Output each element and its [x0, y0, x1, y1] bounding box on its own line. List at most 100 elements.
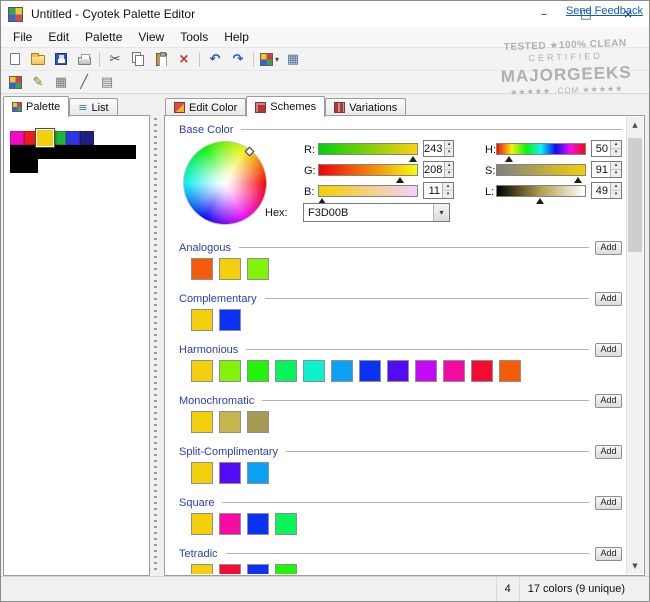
scheme-swatch[interactable]	[275, 360, 297, 382]
s-spin-up-button[interactable]: ▴	[611, 162, 621, 170]
paste-button[interactable]	[150, 49, 172, 69]
l-channel-slider[interactable]	[496, 185, 586, 197]
scheme-swatch[interactable]	[415, 360, 437, 382]
scheme-swatch[interactable]	[247, 411, 269, 433]
cut-button[interactable]: ✂	[104, 49, 126, 69]
menu-view[interactable]: View	[130, 28, 172, 46]
menu-edit[interactable]: Edit	[40, 28, 77, 46]
scheme-swatch[interactable]	[191, 513, 213, 535]
palette-cell[interactable]	[10, 145, 24, 159]
scheme-swatch[interactable]	[219, 411, 241, 433]
scheme-swatch[interactable]	[191, 564, 213, 574]
palette-cell[interactable]	[66, 145, 80, 159]
add-complementary-button[interactable]: Add	[595, 292, 622, 306]
s-slider-marker[interactable]	[574, 177, 582, 183]
palette-cell[interactable]	[122, 145, 136, 159]
palette-panel-tab-palette[interactable]: Palette	[3, 96, 69, 117]
scheme-swatch[interactable]	[219, 309, 241, 331]
h-spin-up-button[interactable]: ▴	[611, 141, 621, 149]
scheme-swatch[interactable]	[247, 513, 269, 535]
editor-tab-edit-color[interactable]: Edit Color	[165, 98, 246, 116]
scroll-down-button[interactable]: ▼	[627, 558, 643, 574]
scheme-swatch[interactable]	[275, 564, 297, 574]
s-spin-down-button[interactable]: ▾	[611, 170, 621, 177]
add-monochromatic-button[interactable]: Add	[595, 394, 622, 408]
color-wheel[interactable]	[183, 141, 267, 225]
g-channel-slider[interactable]	[318, 164, 418, 176]
editor-tab-schemes[interactable]: Schemes	[246, 96, 325, 117]
new-document-button[interactable]	[4, 49, 26, 69]
scheme-swatch[interactable]	[247, 462, 269, 484]
l-value-spinner[interactable]: 49▴▾	[591, 182, 622, 199]
scheme-swatch[interactable]	[471, 360, 493, 382]
h-channel-slider[interactable]	[496, 143, 586, 155]
palette-dropdown-button[interactable]: ▾	[258, 49, 281, 69]
r-channel-slider[interactable]	[318, 143, 418, 155]
scheme-swatch[interactable]	[303, 360, 325, 382]
r-slider-marker[interactable]	[409, 156, 417, 162]
scheme-swatch[interactable]	[247, 360, 269, 382]
delete-button[interactable]: ×	[173, 49, 195, 69]
r-spin-down-button[interactable]: ▾	[445, 149, 453, 156]
pencil-button[interactable]: ✎	[27, 72, 49, 92]
r-value-spinner[interactable]: 243▴▾	[423, 140, 454, 157]
scheme-swatch[interactable]	[219, 564, 241, 574]
palette-cell[interactable]	[94, 145, 108, 159]
scheme-swatch[interactable]	[387, 360, 409, 382]
eyedropper-button[interactable]: ╱	[73, 72, 95, 92]
combo-dropdown-icon[interactable]: ▾	[433, 204, 449, 221]
table-button[interactable]: ▦	[50, 72, 72, 92]
palette-cell[interactable]	[10, 159, 24, 173]
scroll-up-button[interactable]: ▲	[627, 117, 643, 133]
print-button[interactable]	[73, 49, 95, 69]
add-harmonious-button[interactable]: Add	[595, 343, 622, 357]
l-slider-marker[interactable]	[536, 198, 544, 204]
add-split-complimentary-button[interactable]: Add	[595, 445, 622, 459]
g-value-spinner[interactable]: 208▴▾	[423, 161, 454, 178]
h-slider-marker[interactable]	[505, 156, 513, 162]
b-spin-down-button[interactable]: ▾	[443, 191, 453, 198]
palette-panel-tab-list[interactable]: ≡List	[69, 98, 117, 116]
palette-cell[interactable]	[35, 128, 55, 148]
scheme-swatch[interactable]	[499, 360, 521, 382]
s-channel-slider[interactable]	[496, 164, 586, 176]
palette-cell[interactable]	[108, 145, 122, 159]
scheme-swatch[interactable]	[247, 258, 269, 280]
scheme-swatch[interactable]	[219, 462, 241, 484]
l-spin-down-button[interactable]: ▾	[611, 191, 621, 198]
scheme-swatch[interactable]	[359, 360, 381, 382]
b-channel-slider[interactable]	[318, 185, 418, 197]
r-spin-up-button[interactable]: ▴	[445, 141, 453, 149]
scheme-swatch[interactable]	[247, 564, 269, 574]
palette-cell[interactable]	[80, 145, 94, 159]
schemes-scrollbar[interactable]: ▲ ▼	[626, 117, 643, 574]
editor-tab-variations[interactable]: Variations	[325, 98, 406, 116]
g-spin-down-button[interactable]: ▾	[445, 170, 453, 177]
minimize-button[interactable]: –	[523, 1, 565, 27]
grid-settings-button[interactable]: ▦	[282, 49, 304, 69]
palette-cell[interactable]	[24, 159, 38, 173]
scheme-swatch[interactable]	[191, 411, 213, 433]
s-value-spinner[interactable]: 91▴▾	[591, 161, 622, 178]
add-analogous-button[interactable]: Add	[595, 241, 622, 255]
b-value-spinner[interactable]: 11▴▾	[423, 182, 454, 199]
hex-input[interactable]: F3D00B ▾	[303, 203, 450, 222]
h-spin-down-button[interactable]: ▾	[611, 149, 621, 156]
scheme-swatch[interactable]	[275, 513, 297, 535]
l-spin-up-button[interactable]: ▴	[611, 183, 621, 191]
palette-cell[interactable]	[80, 131, 94, 145]
add-tetradic-button[interactable]: Add	[595, 547, 622, 561]
palette-cell[interactable]	[66, 131, 80, 145]
b-spin-up-button[interactable]: ▴	[443, 183, 453, 191]
scroll-thumb[interactable]	[628, 138, 642, 252]
scheme-swatch[interactable]	[219, 258, 241, 280]
scheme-swatch[interactable]	[191, 309, 213, 331]
g-slider-marker[interactable]	[396, 177, 404, 183]
copy-button[interactable]	[127, 49, 149, 69]
menu-tools[interactable]: Tools	[172, 28, 216, 46]
tag-button[interactable]: ▤	[96, 72, 118, 92]
menu-file[interactable]: File	[5, 28, 40, 46]
undo-button[interactable]: ↶	[204, 49, 226, 69]
scheme-swatch[interactable]	[219, 513, 241, 535]
add-square-button[interactable]: Add	[595, 496, 622, 510]
